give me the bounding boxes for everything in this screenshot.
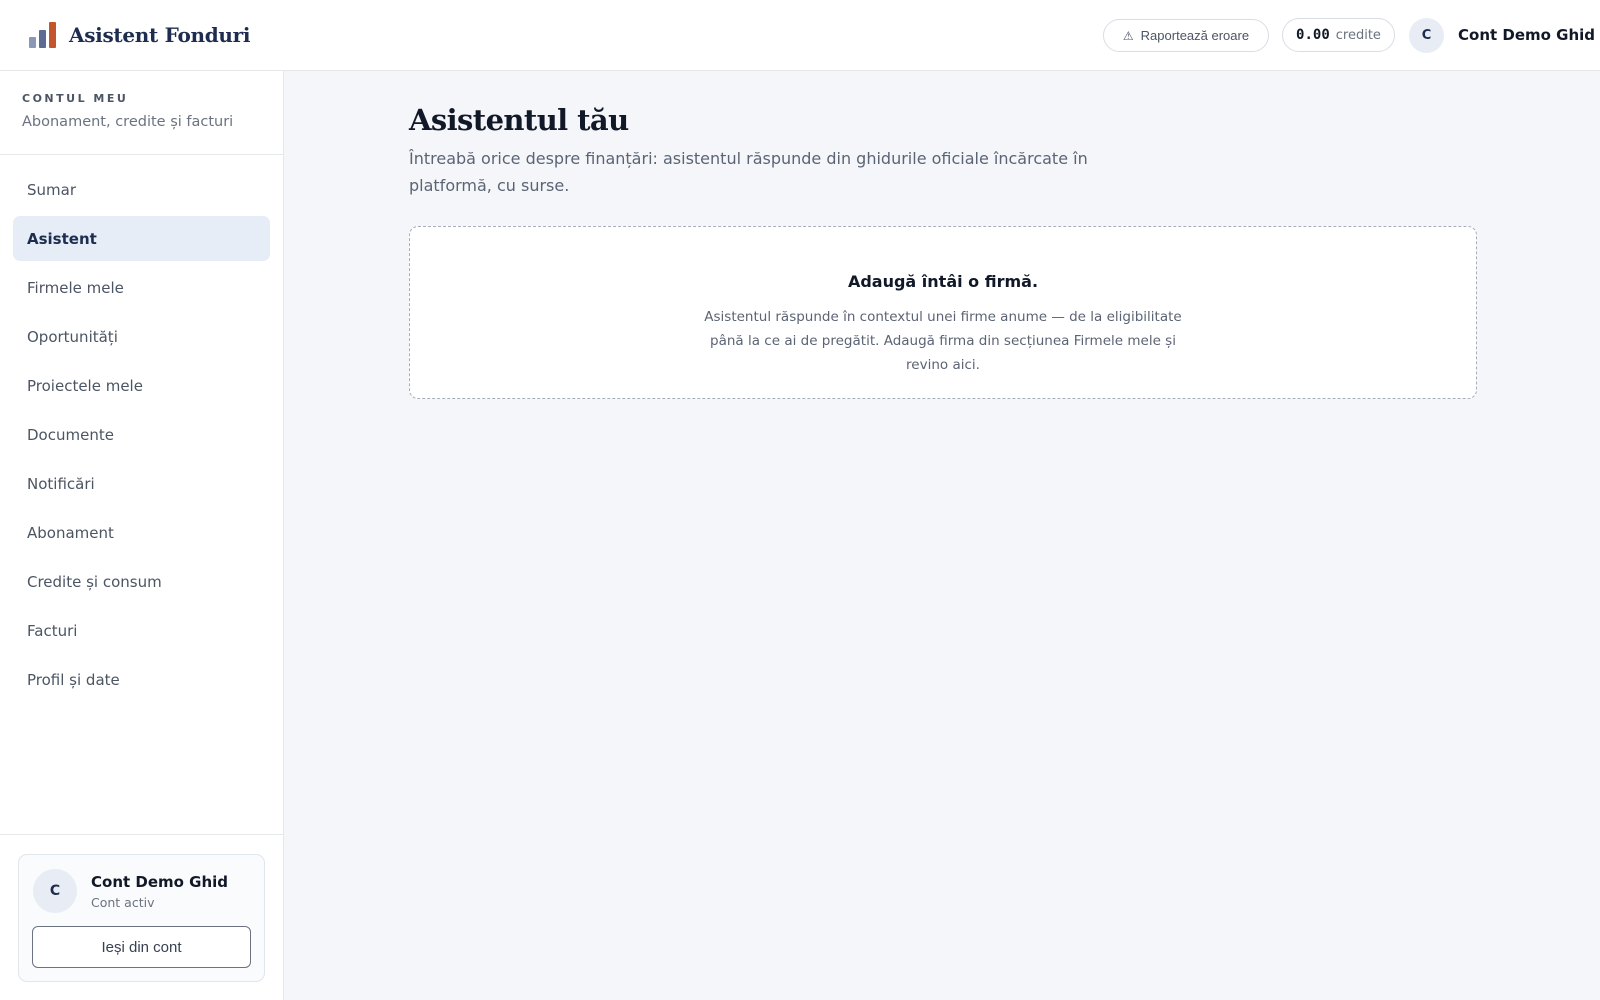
sidebar-footer: C Cont Demo Ghid Cont activ Ieși din con…	[0, 834, 283, 1000]
credits-balance[interactable]: 0.00 credite	[1282, 18, 1395, 52]
sidebar-item-abonament[interactable]: Abonament	[13, 510, 270, 555]
sidebar-item-firmele-mele[interactable]: Firmele mele	[13, 265, 270, 310]
sidebar-item-notificari[interactable]: Notificări	[13, 461, 270, 506]
sidebar: CONTUL MEU Abonament, credite și facturi…	[0, 71, 284, 1000]
report-error-button[interactable]: ⚠ Raportează eroare	[1103, 19, 1269, 52]
empty-state-title: Adaugă întâi o firmă.	[847, 272, 1039, 291]
sidebar-item-sumar[interactable]: Sumar	[13, 167, 270, 212]
account-card: C Cont Demo Ghid Cont activ Ieși din con…	[18, 854, 265, 982]
sidebar-header: CONTUL MEU Abonament, credite și facturi	[0, 71, 283, 155]
sidebar-item-credite-si-consum[interactable]: Credite și consum	[13, 559, 270, 604]
page-title: Asistentul tău	[409, 103, 629, 137]
credits-unit: credite	[1335, 27, 1381, 43]
sidebar-subtitle: Abonament, credite și facturi	[22, 114, 234, 130]
brand-name: Asistent Fonduri	[69, 23, 251, 47]
sidebar-item-profil-si-date[interactable]: Profil și date	[13, 657, 270, 702]
avatar[interactable]: C	[1409, 18, 1444, 53]
empty-state-text: Asistentul răspunde în contextul unei fi…	[704, 309, 1182, 373]
logout-button[interactable]: Ieși din cont	[32, 926, 251, 968]
page-description: Întreabă orice despre finanțări: asisten…	[409, 149, 1088, 195]
sidebar-nav: Sumar Asistent Firmele mele Oportunități…	[0, 155, 283, 702]
main-content: Asistentul tău Întreabă orice despre fin…	[409, 103, 1477, 399]
empty-state: Adaugă întâi o firmă. Asistentul răspund…	[409, 226, 1477, 399]
report-error-label: Raportează eroare	[1140, 28, 1250, 43]
sidebar-eyebrow: CONTUL MEU	[22, 92, 129, 105]
warning-icon: ⚠	[1122, 28, 1134, 43]
credits-amount: 0.00	[1296, 27, 1330, 43]
account-status: Cont activ	[91, 895, 155, 910]
user-name[interactable]: Cont Demo Ghid	[1458, 26, 1595, 44]
bar-chart-icon	[29, 22, 56, 48]
sidebar-item-facturi[interactable]: Facturi	[13, 608, 270, 653]
avatar: C	[33, 869, 77, 913]
sidebar-item-asistent[interactable]: Asistent	[13, 216, 270, 261]
top-bar: Asistent Fonduri ⚠ Raportează eroare 0.0…	[0, 0, 1600, 71]
brand[interactable]: Asistent Fonduri	[29, 22, 250, 48]
sidebar-item-documente[interactable]: Documente	[13, 412, 270, 457]
sidebar-item-oportunitati[interactable]: Oportunități	[13, 314, 270, 359]
account-name: Cont Demo Ghid	[91, 873, 229, 891]
sidebar-item-proiectele-mele[interactable]: Proiectele mele	[13, 363, 270, 408]
